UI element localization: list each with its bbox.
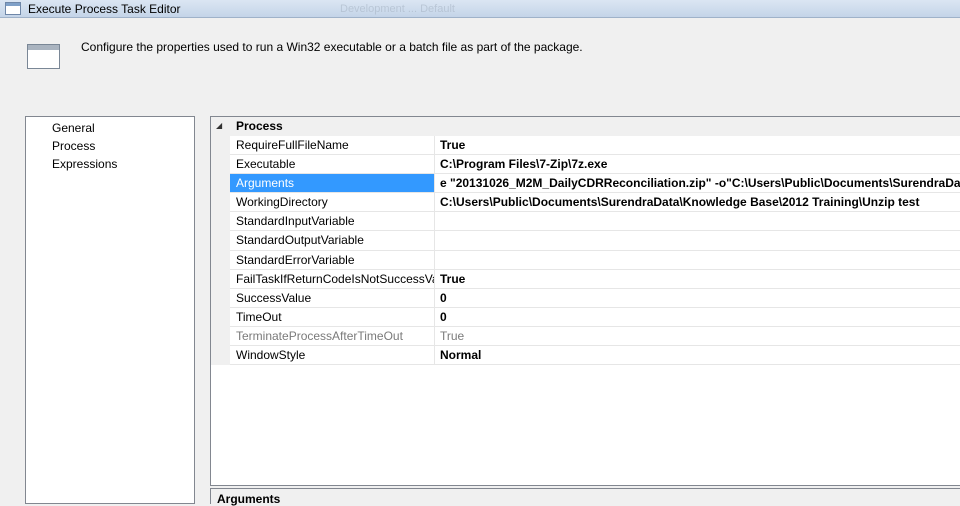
property-name[interactable]: TimeOut (230, 307, 435, 326)
window-icon (5, 2, 21, 15)
property-name[interactable]: SuccessValue (230, 288, 435, 307)
category-header[interactable]: ◢ Process (211, 117, 960, 136)
property-name[interactable]: StandardOutputVariable (230, 231, 435, 250)
property-value[interactable]: True (435, 270, 960, 288)
property-value[interactable] (435, 251, 960, 269)
property-grid: ◢ Process RequireFullFileName True Executa… (210, 116, 960, 486)
property-value[interactable] (435, 212, 960, 230)
property-row[interactable]: SuccessValue 0 (230, 288, 960, 308)
property-value[interactable]: 0 (435, 308, 960, 326)
nav-item-expressions[interactable]: Expressions (52, 156, 117, 172)
header-description: Configure the properties used to run a W… (81, 40, 583, 54)
property-name[interactable]: TerminateProcessAfterTimeOut (230, 326, 435, 346)
property-value[interactable] (435, 231, 960, 249)
nav-item-general[interactable]: General (52, 120, 95, 136)
property-row[interactable]: StandardInputVariable (230, 212, 960, 232)
property-name[interactable]: StandardErrorVariable (230, 250, 435, 269)
property-row[interactable]: Arguments e "20131026_M2M_DailyCDRReconci… (230, 174, 960, 194)
property-name[interactable]: FailTaskIfReturnCodeIsNotSuccessVal (230, 269, 435, 288)
property-value[interactable]: 0 (435, 289, 960, 307)
page-navigation-list: General Process Expressions (25, 116, 195, 504)
property-row[interactable]: Executable C:\Program Files\7-Zip\7z.exe (230, 155, 960, 175)
description-panel: Arguments (210, 488, 960, 506)
window-icon (27, 44, 60, 69)
background-window-text: Development ... Default (340, 3, 455, 15)
property-value[interactable]: True (435, 327, 960, 345)
property-name[interactable]: StandardInputVariable (230, 212, 435, 231)
property-value[interactable]: C:\Program Files\7-Zip\7z.exe (435, 155, 960, 173)
property-value[interactable]: True (435, 136, 960, 154)
property-rows: RequireFullFileName True Executable C:\Prog… (230, 136, 960, 366)
collapse-icon[interactable]: ◢ (216, 122, 222, 130)
property-value[interactable]: Normal (435, 346, 960, 364)
property-row[interactable]: StandardErrorVariable (230, 250, 960, 270)
property-row[interactable]: RequireFullFileName True (230, 136, 960, 156)
nav-item-process[interactable]: Process (52, 138, 95, 154)
property-value[interactable]: e "20131026_M2M_DailyCDRReconciliation.z… (435, 174, 960, 192)
property-row[interactable]: TerminateProcessAfterTimeOut True (230, 326, 960, 347)
grid-margin (211, 136, 230, 365)
title-bar[interactable]: Execute Process Task Editor Development … (0, 0, 960, 18)
property-row[interactable]: WorkingDirectory C:\Users\Public\Document… (230, 193, 960, 213)
property-value[interactable]: C:\Users\Public\Documents\SurendraData\K… (435, 193, 960, 211)
property-name[interactable]: RequireFullFileName (230, 136, 435, 155)
property-row[interactable]: WindowStyle Normal (230, 346, 960, 366)
property-row[interactable]: FailTaskIfReturnCodeIsNotSuccessVal True (230, 269, 960, 289)
property-name[interactable]: WindowStyle (230, 346, 435, 365)
property-name[interactable]: WorkingDirectory (230, 193, 435, 212)
category-label: Process (236, 119, 283, 133)
property-name[interactable]: Arguments (230, 174, 435, 193)
property-row[interactable]: StandardOutputVariable (230, 231, 960, 251)
editor-header: Configure the properties used to run a W… (4, 18, 960, 106)
property-row[interactable]: TimeOut 0 (230, 307, 960, 327)
property-name[interactable]: Executable (230, 155, 435, 174)
window-title: Execute Process Task Editor (28, 2, 181, 16)
